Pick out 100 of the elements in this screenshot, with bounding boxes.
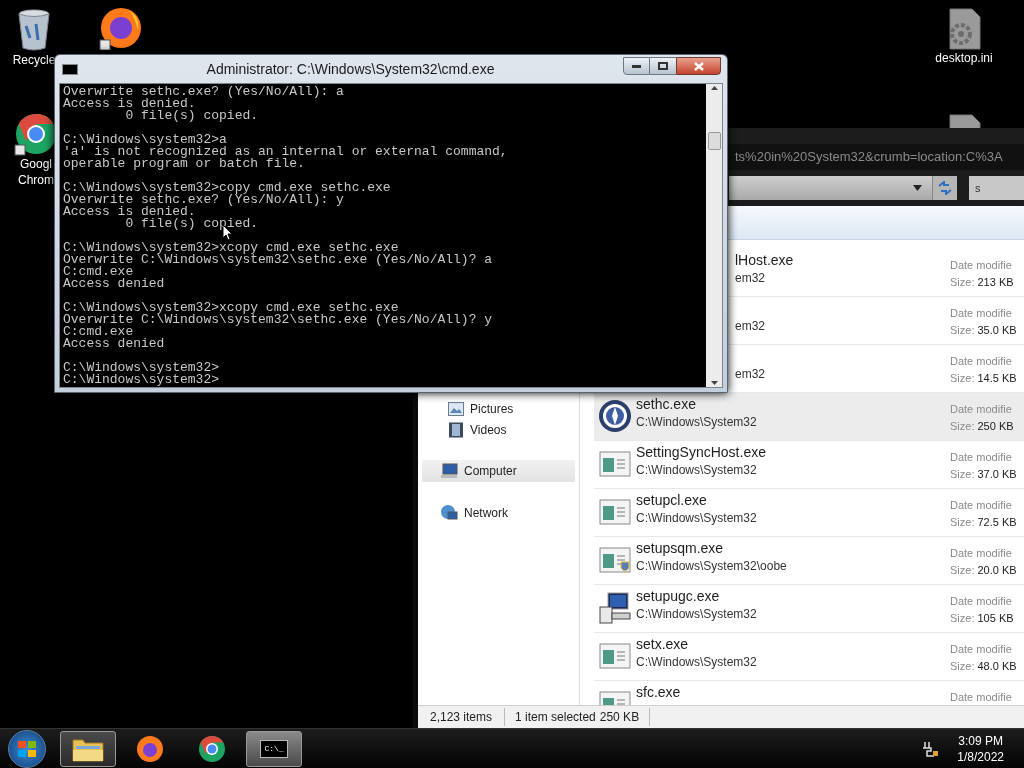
file-name: setupcl.exe [636, 491, 708, 510]
console-line: Overwrite C:\Windows\system32\sethc.exe (Yes/No/All)? a [63, 254, 494, 266]
file-path: C:\Windows\System32 [636, 606, 758, 622]
nav-item[interactable]: Computer [422, 460, 575, 482]
console-line: Overwrite sethc.exe? (Yes/No/All): a [63, 86, 345, 98]
nav-item[interactable]: Videos [418, 419, 579, 440]
console-line: Access denied [63, 278, 166, 290]
console-line: C:cmd.exe [63, 266, 134, 278]
desktop-icon-label[interactable]: Chrom [18, 172, 54, 188]
file-path: C:\Windows\System32 [636, 654, 758, 670]
console-line: C:\Windows\system32>a [63, 134, 228, 146]
file-name: setupsqm.exe [636, 539, 725, 558]
minimize-button[interactable] [623, 57, 650, 75]
console-line: C:\Windows\system32>xcopy cmd.exe sethc.exe [63, 302, 399, 314]
size-label: Size: [950, 611, 975, 626]
firefox-icon [98, 6, 142, 50]
file-name: sfc.exe [636, 683, 682, 702]
chrome-icon [198, 734, 226, 763]
desktop-icon-label[interactable]: desktop.ini [935, 50, 993, 66]
file-path: C:\Windows\System32 [636, 414, 758, 430]
address-bar-text[interactable]: ts%20in%20System32&crumb=location:C%3A [735, 147, 1003, 167]
file-name: sethc.exe [636, 395, 697, 414]
file-size: 250 KB [977, 419, 1014, 434]
size-label: Size: [950, 275, 975, 290]
date-modified-label: Date modifie [950, 402, 1013, 417]
file-name: SettingSyncHost.exe [636, 443, 767, 462]
console-line: Access denied [63, 338, 166, 350]
item-count: 2,123 items [418, 708, 506, 726]
selection-size: 250 KB [599, 708, 651, 726]
search-field[interactable]: s [969, 176, 1024, 200]
console-line: C:\Windows\system32> [63, 374, 221, 386]
date-modified-label: Date modifie [950, 258, 1013, 273]
console-line: Overwrite C:\Windows\system32\sethc.exe (Yes/No/All)? y [63, 314, 494, 326]
file-size: 48.0 KB [977, 659, 1017, 674]
refresh-button[interactable] [933, 176, 957, 200]
console-line: Access is denied. [63, 98, 197, 110]
size-label: Size: [950, 371, 975, 386]
app-window-icon [599, 641, 631, 670]
app-window-icon [599, 449, 631, 478]
console-line: C:cmd.exe [63, 326, 134, 338]
file-name: setupugc.exe [636, 587, 721, 606]
file-name: lHost.exe [735, 251, 795, 270]
size-label: Size: [950, 515, 975, 530]
close-button[interactable] [676, 57, 721, 75]
console-line: C:\Windows\system32>xcopy cmd.exe sethc.exe [63, 242, 399, 254]
taskbar-button[interactable]: C:\_ [246, 730, 302, 767]
network-icon [440, 504, 458, 522]
desktop-icon-label[interactable]: Recycle [12, 52, 56, 68]
windows-logo-icon [17, 739, 37, 758]
console-glyph: C:\_ [260, 739, 288, 758]
console-line: 'a' is not recognized as an internal or external command, [63, 146, 509, 158]
close-icon [693, 61, 704, 71]
date-modified-label: Date modifie [950, 594, 1013, 609]
film-icon [448, 421, 464, 438]
start-button[interactable] [8, 729, 46, 768]
date-modified-label: Date modifie [950, 354, 1013, 369]
date-modified-label: Date modifie [950, 546, 1013, 561]
file-size: 72.5 KB [977, 515, 1017, 530]
date-modified-label: Date modifie [950, 306, 1013, 321]
window-title: Administrator: C:\Windows\System32\cmd.exe [205, 59, 496, 79]
date-modified-label: Date modifie [950, 450, 1013, 465]
size-label: Size: [950, 659, 975, 674]
file-size: 14.5 KB [977, 371, 1017, 386]
file-path: C:\Windows\System32\oobe [636, 558, 788, 574]
console-line: C:\Windows\system32> [63, 362, 221, 374]
scroll-down-icon [710, 381, 718, 385]
scroll-up-icon [710, 86, 718, 90]
computer-icon [440, 463, 458, 479]
clock-date[interactable]: 1/8/2022 [957, 748, 1004, 765]
file-path: em32 [735, 270, 767, 286]
size-label: Size: [950, 419, 975, 434]
size-label: Size: [950, 323, 975, 338]
file-size: 35.0 KB [977, 323, 1017, 338]
scroll-thumb[interactable] [707, 131, 721, 150]
console-line: Access is denied. [63, 206, 197, 218]
size-label: Size: [950, 563, 975, 578]
size-label: Size: [950, 467, 975, 482]
maximize-icon [658, 62, 668, 70]
disc-icon [598, 398, 632, 433]
minimize-icon [632, 64, 641, 68]
clock-time[interactable]: 3:09 PM [958, 732, 1003, 749]
console-line: C:\Windows\system32>copy cmd.exe sethc.exe [63, 182, 392, 194]
dropdown-arrow-icon [913, 185, 922, 191]
file-path: C:\Windows\System32 [636, 462, 758, 478]
file-size: 213 KB [977, 275, 1014, 290]
taskbar-button[interactable] [60, 730, 116, 767]
desktop-icon-label[interactable]: Googl [20, 156, 52, 172]
app-window-shield-icon [599, 545, 631, 574]
selection-info: 1 item selected [514, 709, 597, 726]
console-line: 0 file(s) copied. [124, 218, 260, 230]
date-modified-label: Date modifie [950, 690, 1013, 705]
nav-item[interactable]: Network [422, 502, 575, 524]
file-row[interactable]: sethc.exe C:\Windows\System32 Date modifie Size: 250 KB [594, 393, 1024, 441]
scrollbar[interactable] [706, 84, 722, 387]
file-path: em32 [735, 366, 767, 382]
console-line: 0 file(s) copied. [124, 110, 260, 122]
nav-item[interactable]: Pictures [418, 398, 579, 419]
maximize-button[interactable] [650, 57, 676, 75]
pictures-icon [448, 401, 464, 416]
network-status-icon[interactable] [921, 739, 940, 758]
